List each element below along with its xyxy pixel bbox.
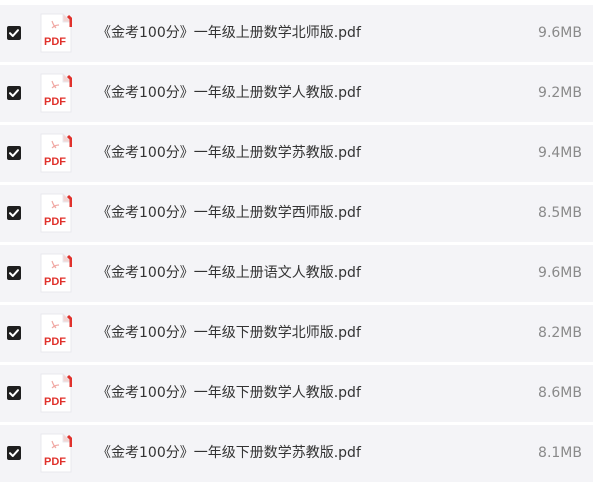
pdf-file-icon: PDF	[40, 193, 73, 233]
file-size: 9.6MB	[538, 265, 582, 281]
file-list: PDF 《金考100分》一年级上册数学北师版.pdf 9.6MB PDF 《金考100分…	[0, 0, 593, 482]
file-checkbox[interactable]	[7, 266, 21, 280]
file-checkbox[interactable]	[7, 326, 21, 340]
file-name[interactable]: 《金考100分》一年级上册数学人教版.pdf	[97, 83, 361, 103]
pdf-file-icon: PDF	[40, 313, 73, 353]
file-row[interactable]: PDF 《金考100分》一年级上册数学北师版.pdf 9.6MB	[0, 5, 593, 62]
pdf-file-icon: PDF	[40, 133, 73, 173]
file-name[interactable]: 《金考100分》一年级上册数学西师版.pdf	[97, 203, 361, 223]
file-row[interactable]: PDF 《金考100分》一年级上册数学苏教版.pdf 9.4MB	[0, 125, 593, 182]
file-row[interactable]: PDF 《金考100分》一年级下册数学苏教版.pdf 8.1MB	[0, 425, 593, 482]
check-icon	[9, 209, 19, 217]
pdf-icon-label: PDF	[44, 276, 66, 288]
check-icon	[9, 149, 19, 157]
pdf-file-icon: PDF	[40, 433, 73, 473]
file-checkbox[interactable]	[7, 446, 21, 460]
check-icon	[9, 269, 19, 277]
file-size: 9.6MB	[538, 25, 582, 41]
file-name[interactable]: 《金考100分》一年级上册数学北师版.pdf	[97, 23, 361, 43]
file-row[interactable]: PDF 《金考100分》一年级下册数学北师版.pdf 8.2MB	[0, 305, 593, 362]
file-name[interactable]: 《金考100分》一年级下册数学苏教版.pdf	[97, 443, 361, 463]
file-checkbox[interactable]	[7, 26, 21, 40]
pdf-file-icon: PDF	[40, 73, 73, 113]
pdf-file-icon: PDF	[40, 253, 73, 293]
check-icon	[9, 89, 19, 97]
file-size: 8.6MB	[538, 385, 582, 401]
file-name[interactable]: 《金考100分》一年级上册语文人教版.pdf	[97, 263, 361, 283]
pdf-icon-label: PDF	[44, 336, 66, 348]
file-size: 9.2MB	[538, 85, 582, 101]
file-row[interactable]: PDF 《金考100分》一年级上册语文人教版.pdf 9.6MB	[0, 245, 593, 302]
file-checkbox[interactable]	[7, 146, 21, 160]
check-icon	[9, 29, 19, 37]
pdf-icon-label: PDF	[44, 456, 66, 468]
file-size: 8.5MB	[538, 205, 582, 221]
file-row[interactable]: PDF 《金考100分》一年级上册数学西师版.pdf 8.5MB	[0, 185, 593, 242]
file-name[interactable]: 《金考100分》一年级下册数学人教版.pdf	[97, 383, 361, 403]
pdf-icon-label: PDF	[44, 36, 66, 48]
check-icon	[9, 389, 19, 397]
file-checkbox[interactable]	[7, 86, 21, 100]
pdf-file-icon: PDF	[40, 13, 73, 53]
check-icon	[9, 329, 19, 337]
pdf-icon-label: PDF	[44, 156, 66, 168]
file-name[interactable]: 《金考100分》一年级下册数学北师版.pdf	[97, 323, 361, 343]
pdf-file-icon: PDF	[40, 373, 73, 413]
pdf-icon-label: PDF	[44, 216, 66, 228]
check-icon	[9, 449, 19, 457]
file-size: 9.4MB	[538, 145, 582, 161]
file-checkbox[interactable]	[7, 206, 21, 220]
pdf-icon-label: PDF	[44, 96, 66, 108]
file-row[interactable]: PDF 《金考100分》一年级下册数学人教版.pdf 8.6MB	[0, 365, 593, 422]
pdf-icon-label: PDF	[44, 396, 66, 408]
file-size: 8.2MB	[538, 325, 582, 341]
file-name[interactable]: 《金考100分》一年级上册数学苏教版.pdf	[97, 143, 361, 163]
file-row[interactable]: PDF 《金考100分》一年级上册数学人教版.pdf 9.2MB	[0, 65, 593, 122]
file-size: 8.1MB	[538, 445, 582, 461]
file-checkbox[interactable]	[7, 386, 21, 400]
